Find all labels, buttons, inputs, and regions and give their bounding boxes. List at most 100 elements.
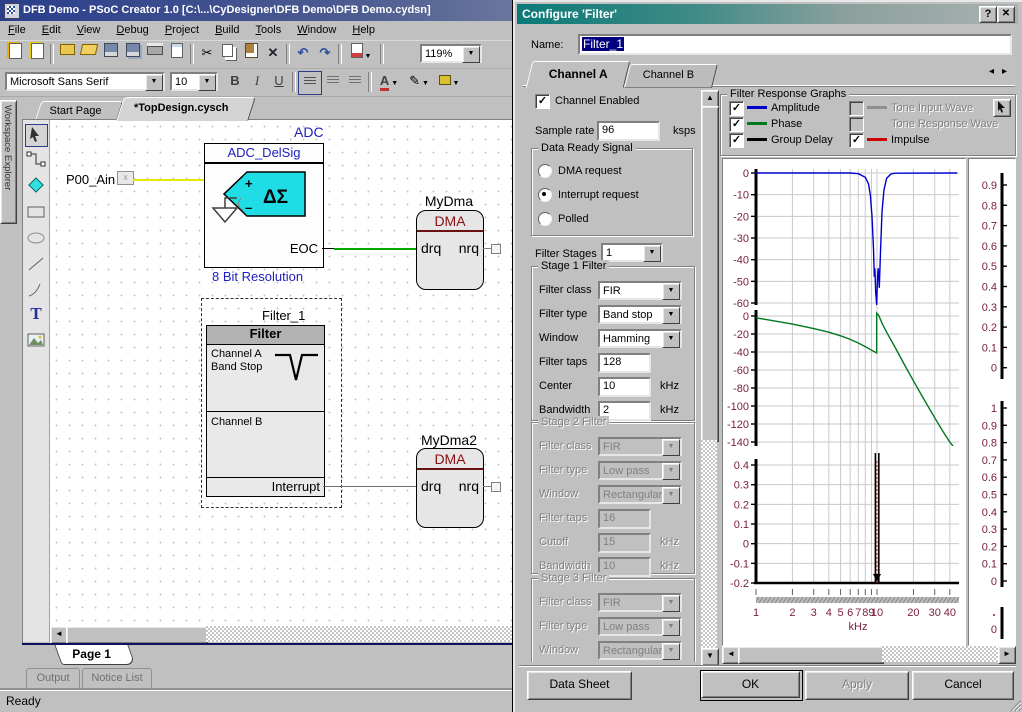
tab-channel-b[interactable]: Channel B <box>624 64 718 88</box>
data-sheet-button[interactable]: Data Sheet <box>527 671 632 700</box>
wire-interrupt-to-dma2[interactable] <box>323 486 416 487</box>
filter-stages-combo[interactable]: 1 ▼ <box>601 243 663 262</box>
tool-image-button[interactable] <box>26 330 46 350</box>
radio-polled[interactable] <box>538 212 552 226</box>
new-project-button[interactable] <box>4 43 26 65</box>
print-button[interactable] <box>144 43 166 65</box>
panel-vscroll-down-button[interactable]: ▼ <box>701 648 719 666</box>
align-center-button[interactable] <box>322 71 344 93</box>
generate-application-button[interactable]: ▼ <box>344 43 378 65</box>
tool-pointer-button[interactable] <box>25 124 48 147</box>
name-input[interactable]: Filter_1 <box>578 34 1012 55</box>
page-1-tab[interactable]: Page 1 <box>54 645 135 665</box>
print-preview-button[interactable] <box>166 43 188 65</box>
graph-checkbox-phase[interactable]: ✓ <box>729 117 744 132</box>
bold-button[interactable]: B <box>224 71 246 93</box>
stage-1-center-input[interactable]: 10 <box>598 377 651 397</box>
menu-help[interactable]: Help <box>344 21 383 40</box>
mydma2-nrq-terminal[interactable] <box>491 482 501 492</box>
stage-1-window-combo[interactable]: Hamming▼ <box>598 329 682 348</box>
save-all-button[interactable] <box>122 43 144 65</box>
pin-p00-ain-terminal[interactable]: x <box>117 171 134 185</box>
redo-button[interactable]: ↷ <box>314 43 336 65</box>
menu-edit[interactable]: Edit <box>34 21 69 40</box>
align-left-button[interactable] <box>298 71 322 95</box>
combo-arrow[interactable]: ▼ <box>662 283 680 300</box>
open-workspace-button[interactable] <box>56 43 78 65</box>
menu-file[interactable]: File <box>0 21 34 40</box>
filter-stages-combo-arrow[interactable]: ▼ <box>643 245 661 262</box>
undo-button[interactable]: ↶ <box>292 43 314 65</box>
mydma-component[interactable]: DMA drq nrq <box>416 210 484 290</box>
font-name-combo-arrow[interactable]: ▼ <box>145 74 163 91</box>
stage-1-filter-type-combo[interactable]: Band stop▼ <box>598 305 682 324</box>
stage-1-filter-taps-input[interactable]: 128 <box>598 353 651 373</box>
panel-tab-notice-list[interactable]: Notice List <box>82 668 152 690</box>
font-color-button[interactable]: A ▼ <box>374 71 404 93</box>
zoom-combo-arrow[interactable]: ▼ <box>462 46 480 63</box>
tool-line-button[interactable] <box>26 254 46 274</box>
panel-vscroll-thumb[interactable] <box>701 106 719 442</box>
dialog-titlebar[interactable]: Configure 'Filter' ? ✕ <box>517 4 1018 24</box>
menu-debug[interactable]: Debug <box>108 21 156 40</box>
sample-rate-input[interactable]: 96 <box>597 121 660 141</box>
open-button[interactable] <box>78 43 100 65</box>
font-name-combo[interactable]: Microsoft Sans Serif ▼ <box>5 72 165 91</box>
combo-arrow[interactable]: ▼ <box>662 307 680 324</box>
panel-tab-output[interactable]: Output <box>26 668 80 690</box>
tool-arc-button[interactable] <box>26 280 46 300</box>
menu-tools[interactable]: Tools <box>248 21 290 40</box>
graph-checkbox-group-delay[interactable]: ✓ <box>729 133 744 148</box>
tab-start-page[interactable]: Start Page <box>35 101 123 121</box>
graph-pointer-tool-button[interactable] <box>993 99 1011 117</box>
channel-enabled-checkbox[interactable]: ✓ <box>535 94 550 109</box>
wire-eoc-to-dma[interactable] <box>334 248 416 250</box>
copy-button[interactable] <box>218 43 240 65</box>
delete-button[interactable]: ✕ <box>262 43 284 65</box>
font-size-combo-arrow[interactable]: ▼ <box>198 74 216 91</box>
schematic-canvas[interactable]: P00_Ain x ADC ADC_DelSig + – ΔΣ <box>50 120 513 626</box>
menu-window[interactable]: Window <box>289 21 344 40</box>
resize-grip[interactable] <box>1009 699 1022 712</box>
fill-color-button[interactable]: ▼ <box>434 71 464 93</box>
tool-wire-button[interactable] <box>26 150 46 170</box>
cut-button[interactable]: ✂ <box>196 43 218 65</box>
tool-rectangle-button[interactable] <box>26 202 46 222</box>
graph-hscroll-right-button[interactable]: ► <box>998 646 1016 664</box>
radio-dma-request[interactable] <box>538 164 552 178</box>
graph-hscrollbar[interactable]: ◄ ► <box>722 646 1014 662</box>
tab-channel-a[interactable]: Channel A <box>526 61 631 88</box>
tool-ellipse-button[interactable] <box>26 228 46 248</box>
line-color-button[interactable]: ✎ ▼ <box>404 71 434 93</box>
workspace-explorer-tab[interactable]: Workspace Explorer <box>0 100 17 224</box>
radio-interrupt-request[interactable] <box>538 188 552 202</box>
tool-text-button[interactable]: T <box>26 304 46 324</box>
mydma2-component[interactable]: DMA drq nrq <box>416 448 484 528</box>
graph-checkbox-impulse[interactable]: ✓ <box>849 133 864 148</box>
graph-hscroll-thumb[interactable] <box>738 646 884 664</box>
tab-topdesign[interactable]: *TopDesign.cysch <box>116 97 256 121</box>
menu-project[interactable]: Project <box>157 21 207 40</box>
filter-component[interactable]: Filter Channel A Band Stop Channel B Int… <box>206 325 325 497</box>
canvas-hscrollbar[interactable]: ◄ <box>50 626 513 642</box>
tool-component-button[interactable] <box>26 175 46 195</box>
dialog-close-button[interactable]: ✕ <box>997 6 1015 23</box>
italic-button[interactable]: I <box>246 71 268 93</box>
menu-build[interactable]: Build <box>207 21 247 40</box>
save-button[interactable] <box>100 43 122 65</box>
align-right-button[interactable] <box>344 71 366 93</box>
tab-scroll-right[interactable]: ▸ <box>1002 66 1007 77</box>
graph-checkbox-amplitude[interactable]: ✓ <box>729 101 744 116</box>
stage-1-filter-class-combo[interactable]: FIR▼ <box>598 281 682 300</box>
zoom-combo[interactable]: 119% ▼ <box>420 44 482 63</box>
canvas-hscroll-thumb[interactable] <box>66 626 208 644</box>
panel-vscrollbar[interactable]: ▲ ▼ <box>701 90 717 664</box>
menu-view[interactable]: View <box>69 21 109 40</box>
font-size-combo[interactable]: 10 ▼ <box>170 72 218 91</box>
mydma-nrq-terminal[interactable] <box>491 244 501 254</box>
wire-analog-input[interactable] <box>133 179 204 181</box>
dialog-help-button[interactable]: ? <box>979 6 997 23</box>
tab-scroll-left[interactable]: ◂ <box>989 66 994 77</box>
ok-button[interactable]: OK <box>700 670 803 701</box>
underline-button[interactable]: U <box>268 71 290 93</box>
